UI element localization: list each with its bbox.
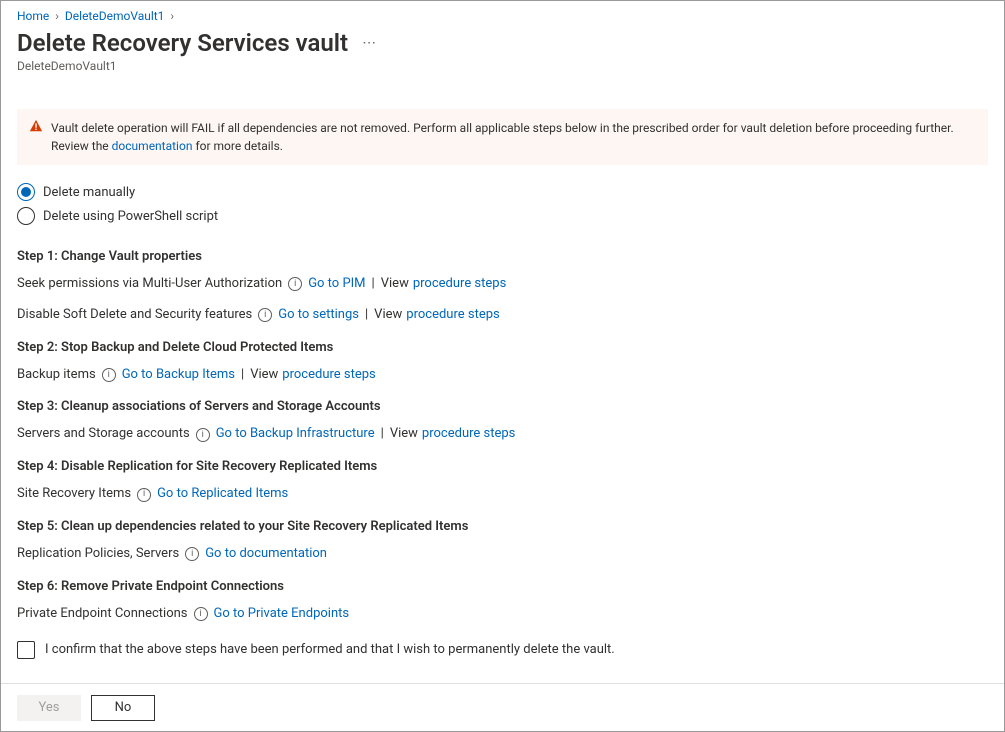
- step-4-title: Step 4: Disable Replication for Site Rec…: [17, 459, 988, 474]
- go-to-backup-infra-link[interactable]: Go to Backup Infrastructure: [216, 424, 375, 445]
- view-label: View: [374, 305, 402, 326]
- info-icon[interactable]: i: [288, 277, 302, 291]
- procedure-steps-link[interactable]: procedure steps: [406, 305, 499, 326]
- breadcrumb-vault[interactable]: DeleteDemoVault1: [65, 9, 165, 23]
- warning-icon: [29, 119, 43, 133]
- step-4: Step 4: Disable Replication for Site Rec…: [17, 459, 988, 505]
- step-6-line1-label: Private Endpoint Connections: [17, 604, 188, 625]
- radio-label: Delete manually: [43, 185, 135, 200]
- more-actions-button[interactable]: ⋯: [358, 31, 381, 55]
- radio-icon: [17, 183, 35, 201]
- radio-delete-powershell[interactable]: Delete using PowerShell script: [17, 207, 988, 225]
- view-label: View: [390, 424, 418, 445]
- breadcrumb-home[interactable]: Home: [17, 9, 49, 23]
- banner-doc-link[interactable]: documentation: [112, 139, 193, 153]
- radio-delete-manually[interactable]: Delete manually: [17, 183, 988, 201]
- delete-mode-radio-group: Delete manually Delete using PowerShell …: [17, 183, 988, 225]
- banner-text-suffix: for more details.: [195, 139, 283, 153]
- step-5-title: Step 5: Clean up dependencies related to…: [17, 519, 988, 534]
- go-to-backup-items-link[interactable]: Go to Backup Items: [122, 365, 235, 386]
- step-3-line1-label: Servers and Storage accounts: [17, 424, 190, 445]
- divider: |: [241, 365, 244, 386]
- footer: Yes No: [1, 683, 1004, 731]
- radio-label: Delete using PowerShell script: [43, 209, 218, 224]
- go-to-documentation-link[interactable]: Go to documentation: [205, 544, 327, 565]
- step-2-title: Step 2: Stop Backup and Delete Cloud Pro…: [17, 340, 988, 355]
- page-title: Delete Recovery Services vault: [17, 29, 348, 57]
- page-subtitle: DeleteDemoVault1: [17, 59, 988, 73]
- procedure-steps-link[interactable]: procedure steps: [282, 365, 375, 386]
- warning-banner: Vault delete operation will FAIL if all …: [17, 109, 988, 165]
- step-2: Step 2: Stop Backup and Delete Cloud Pro…: [17, 340, 988, 386]
- divider: |: [372, 274, 375, 295]
- yes-button: Yes: [17, 695, 81, 721]
- breadcrumb: Home › DeleteDemoVault1 ›: [17, 9, 988, 23]
- divider: |: [381, 424, 384, 445]
- step-3: Step 3: Cleanup associations of Servers …: [17, 399, 988, 445]
- go-to-private-endpoints-link[interactable]: Go to Private Endpoints: [214, 604, 350, 625]
- chevron-right-icon: ›: [55, 9, 59, 23]
- procedure-steps-link[interactable]: procedure steps: [422, 424, 515, 445]
- step-1-title: Step 1: Change Vault properties: [17, 249, 988, 264]
- go-to-settings-link[interactable]: Go to settings: [278, 305, 359, 326]
- step-2-line1-label: Backup items: [17, 365, 96, 386]
- view-label: View: [381, 274, 409, 295]
- confirm-checkbox[interactable]: [17, 641, 35, 659]
- info-icon[interactable]: i: [137, 488, 151, 502]
- step-1: Step 1: Change Vault properties Seek per…: [17, 249, 988, 326]
- confirm-label: I confirm that the above steps have been…: [45, 642, 615, 657]
- go-to-pim-link[interactable]: Go to PIM: [308, 274, 365, 295]
- step-5-line1-label: Replication Policies, Servers: [17, 544, 179, 565]
- step-3-title: Step 3: Cleanup associations of Servers …: [17, 399, 988, 414]
- divider: |: [365, 305, 368, 326]
- info-icon[interactable]: i: [194, 607, 208, 621]
- chevron-right-icon: ›: [170, 9, 174, 23]
- confirm-checkbox-row[interactable]: I confirm that the above steps have been…: [17, 641, 988, 659]
- step-1-line2-label: Disable Soft Delete and Security feature…: [17, 305, 252, 326]
- step-4-line1-label: Site Recovery Items: [17, 484, 131, 505]
- info-icon[interactable]: i: [185, 547, 199, 561]
- no-button[interactable]: No: [91, 695, 155, 721]
- step-1-line1-label: Seek permissions via Multi-User Authoriz…: [17, 274, 282, 295]
- info-icon[interactable]: i: [102, 368, 116, 382]
- view-label: View: [250, 365, 278, 386]
- info-icon[interactable]: i: [196, 428, 210, 442]
- go-to-replicated-items-link[interactable]: Go to Replicated Items: [157, 484, 288, 505]
- step-6-title: Step 6: Remove Private Endpoint Connecti…: [17, 579, 988, 594]
- info-icon[interactable]: i: [258, 308, 272, 322]
- procedure-steps-link[interactable]: procedure steps: [413, 274, 506, 295]
- step-5: Step 5: Clean up dependencies related to…: [17, 519, 988, 565]
- step-6: Step 6: Remove Private Endpoint Connecti…: [17, 579, 988, 625]
- radio-icon: [17, 207, 35, 225]
